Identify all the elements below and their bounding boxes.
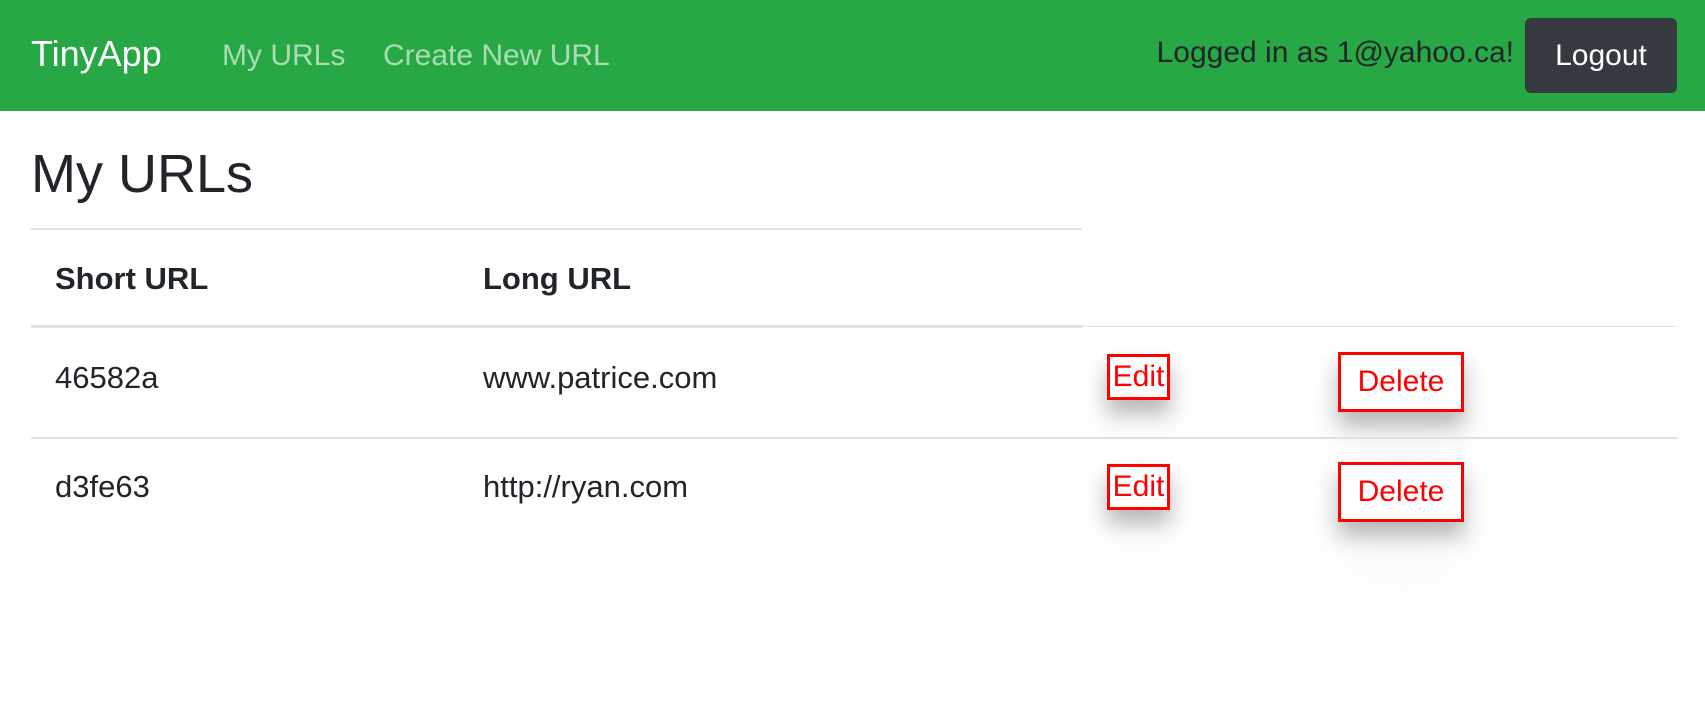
column-header-short-url: Short URL	[55, 261, 209, 296]
column-header-long-url: Long URL	[483, 261, 632, 296]
short-url-cell: d3fe63	[55, 469, 150, 504]
logged-in-status: Logged in as 1@yahoo.ca!	[1156, 36, 1514, 69]
page-title: My URLs	[31, 144, 254, 204]
delete-button[interactable]: Delete	[1338, 352, 1464, 412]
table-top-border	[31, 228, 1082, 230]
table-header-divider-extension	[1082, 326, 1677, 327]
long-url-cell: http://ryan.com	[483, 469, 689, 504]
long-url-cell: www.patrice.com	[483, 360, 718, 395]
nav-my-urls-link[interactable]: My URLs	[222, 35, 345, 77]
delete-button[interactable]: Delete	[1338, 462, 1464, 522]
top-navbar: TinyApp My URLs Create New URL Logged in…	[0, 0, 1705, 111]
brand-link[interactable]: TinyApp	[31, 32, 162, 76]
logout-button[interactable]: Logout	[1525, 18, 1677, 93]
table-row-divider	[31, 437, 1677, 439]
nav-create-new-url-link[interactable]: Create New URL	[383, 35, 610, 77]
table-header-divider	[31, 325, 1082, 328]
edit-button[interactable]: Edit	[1107, 354, 1170, 400]
short-url-cell: 46582a	[55, 360, 159, 395]
edit-button[interactable]: Edit	[1107, 464, 1170, 510]
